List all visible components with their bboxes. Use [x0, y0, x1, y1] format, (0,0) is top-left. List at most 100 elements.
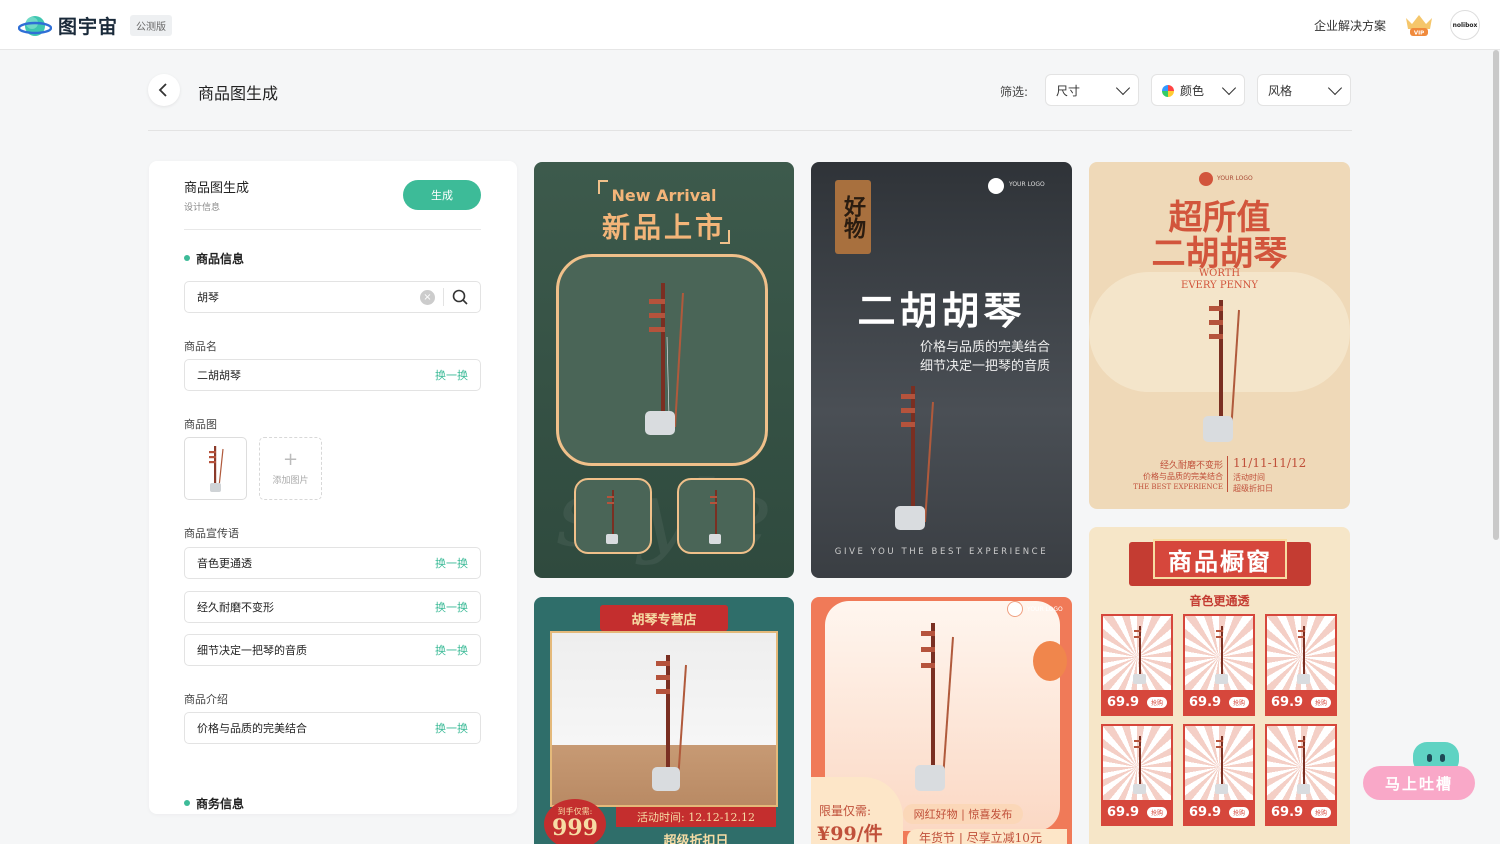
- logo-circle-icon: [1007, 601, 1023, 617]
- thumbnail-frame-1: [574, 478, 652, 554]
- template-card-ink[interactable]: 好物 YOUR LOGO 二胡胡琴 价格与品质的完美结合 细节决定一把琴的音质 …: [811, 162, 1072, 578]
- intro-label: 商品介绍: [184, 693, 228, 706]
- product-info-heading: 商品信息: [184, 250, 244, 267]
- back-button[interactable]: [148, 74, 180, 106]
- buy-button: 抢购: [1146, 696, 1167, 708]
- vip-label: VIP: [1414, 31, 1424, 37]
- buy-button: 抢购: [1310, 696, 1331, 708]
- product-search-input[interactable]: 胡琴 ×: [184, 281, 481, 313]
- scrollbar-thumb[interactable]: [1493, 50, 1499, 540]
- erhu-image: [1203, 300, 1240, 442]
- template-card-shop[interactable]: 胡琴专营店 到手仅需: 999 活动时间: 12.12-12.12 超级折扣日: [534, 597, 794, 844]
- generate-button[interactable]: 生成: [403, 180, 481, 210]
- template-date: 11/11-11/12: [1233, 456, 1307, 470]
- erhu-image: [709, 490, 721, 544]
- add-image-button[interactable]: + 添加图片: [259, 437, 322, 500]
- page-title: 商品图生成: [198, 84, 279, 103]
- price-value: 999: [552, 815, 598, 841]
- slogan-field-3[interactable]: 细节决定一把琴的音质 换一换: [184, 634, 481, 666]
- product-name-value: 二胡胡琴: [197, 369, 241, 382]
- product-name-field[interactable]: 二胡胡琴 换一换: [184, 359, 481, 391]
- price-value: ¥99/件: [817, 823, 883, 844]
- window-product-cell: 69.9 抢购: [1265, 614, 1337, 716]
- price-value: 69.9: [1107, 694, 1140, 710]
- erhu-image: [645, 283, 684, 435]
- template-line-2: 细节决定一把琴的音质: [919, 359, 1050, 374]
- slogan-label: 商品宣传语: [184, 527, 239, 540]
- product-stage: [550, 631, 778, 807]
- style-filter-dropdown[interactable]: 风格: [1257, 74, 1351, 106]
- swap-button[interactable]: 换一换: [435, 367, 468, 383]
- erhu-image: [606, 490, 618, 544]
- swap-button[interactable]: 换一换: [435, 642, 468, 658]
- size-filter-dropdown[interactable]: 尺寸: [1045, 74, 1139, 106]
- feedback-widget[interactable]: 马上吐槽: [1363, 742, 1477, 802]
- vip-crown-icon[interactable]: VIP: [1404, 12, 1434, 38]
- design-info-panel: 商品图生成 设计信息 生成 商品信息 胡琴 × 商品名 二胡胡琴 换一换 商品图…: [149, 161, 517, 814]
- app-logo[interactable]: 图宇宙 公测版: [18, 12, 173, 39]
- user-avatar[interactable]: nolibox: [1450, 10, 1480, 40]
- search-value: 胡琴: [197, 291, 219, 304]
- intro-field[interactable]: 价格与品质的完美结合 换一换: [184, 712, 481, 744]
- intro-value: 价格与品质的完美结合: [197, 722, 307, 735]
- search-icon[interactable]: [452, 289, 468, 305]
- template-card-window[interactable]: 商品橱窗 音色更通透 69.9 抢购 69.9 抢购 69.9 抢购 69.9 …: [1089, 527, 1350, 844]
- price-strip: 69.9 抢购: [1267, 690, 1335, 714]
- panel-title: 商品图生成: [184, 181, 250, 196]
- logo-text: YOUR LOGO: [1217, 175, 1253, 182]
- price-strip: 69.9 抢购: [1103, 800, 1171, 824]
- template-discount: 超级折扣日: [1233, 484, 1273, 493]
- product-image-thumbnail[interactable]: [184, 437, 247, 500]
- feedback-button[interactable]: 马上吐槽: [1363, 766, 1475, 800]
- thumbnail-frame-2: [677, 478, 755, 554]
- enterprise-link[interactable]: 企业解决方案: [1314, 17, 1386, 34]
- template-footer: GIVE YOU THE BEST EXPERIENCE: [834, 547, 1049, 557]
- lantern-decoration: [1033, 641, 1067, 681]
- window-subtitle: 音色更通透: [1189, 594, 1250, 608]
- planet-logo-icon: [18, 15, 52, 36]
- panel-subtitle: 设计信息: [184, 203, 221, 213]
- page-scrollbar[interactable]: [1492, 50, 1500, 844]
- slogan-field-1[interactable]: 音色更通透 换一换: [184, 547, 481, 579]
- clear-icon[interactable]: ×: [420, 289, 435, 305]
- header-divider: [148, 130, 1352, 131]
- new-arrival-text: New Arrival: [611, 186, 717, 205]
- search-separator: [443, 288, 444, 306]
- bottom-text: 年货节 | 尽享立减10元: [907, 829, 1067, 844]
- window-product-cell: 69.9 抢购: [1183, 724, 1255, 826]
- slogan-field-2[interactable]: 经久耐磨不变形 换一换: [184, 591, 481, 623]
- window-title: 商品橱窗: [1153, 539, 1287, 579]
- template-title: 新品上市: [601, 211, 726, 244]
- color-filter-dropdown[interactable]: 颜色: [1151, 74, 1245, 106]
- erhu-image: [1297, 626, 1310, 684]
- panel-divider: [184, 229, 481, 230]
- style-watermark: style: [556, 462, 772, 567]
- vertical-divider: [1227, 456, 1228, 492]
- swap-button[interactable]: 换一换: [435, 720, 468, 736]
- product-image-label: 商品图: [184, 418, 217, 431]
- style-filter-label: 风格: [1268, 83, 1293, 98]
- price-label: 限量仅需:: [819, 804, 872, 818]
- bracket-decoration: [720, 230, 730, 244]
- product-name-label: 商品名: [184, 340, 217, 353]
- swap-button[interactable]: 换一换: [435, 555, 468, 571]
- erhu-image: [1133, 736, 1146, 794]
- add-image-label: 添加图片: [272, 476, 309, 486]
- logo-circle-icon: [1199, 172, 1213, 186]
- template-card-new-arrival[interactable]: style New Arrival 新品上市: [534, 162, 794, 578]
- erhu-image: [652, 655, 687, 791]
- window-product-cell: 69.9 抢购: [1265, 724, 1337, 826]
- template-card-orange[interactable]: YOUR LOGO 限量仅需: ¥99/件 网红好物 | 惊喜发布 年货节 | …: [811, 597, 1072, 844]
- swap-button[interactable]: 换一换: [435, 599, 468, 615]
- tag-bar: 网红好物 | 惊喜发布: [903, 804, 1023, 824]
- erhu-image: [1215, 626, 1228, 684]
- price-value: 69.9: [1271, 804, 1304, 820]
- template-title: 二胡胡琴: [857, 288, 1026, 333]
- template-card-beige[interactable]: YOUR LOGO 超所值 二胡胡琴 WORTH EVERY PENNY 经久耐…: [1089, 162, 1350, 509]
- chevron-down-icon: [1327, 80, 1343, 95]
- erhu-image: [208, 445, 224, 492]
- price-value: 69.9: [1189, 804, 1222, 820]
- color-wheel-icon: [1162, 84, 1174, 97]
- slogan-value: 音色更通透: [197, 557, 252, 570]
- price-strip: 69.9 抢购: [1185, 690, 1253, 714]
